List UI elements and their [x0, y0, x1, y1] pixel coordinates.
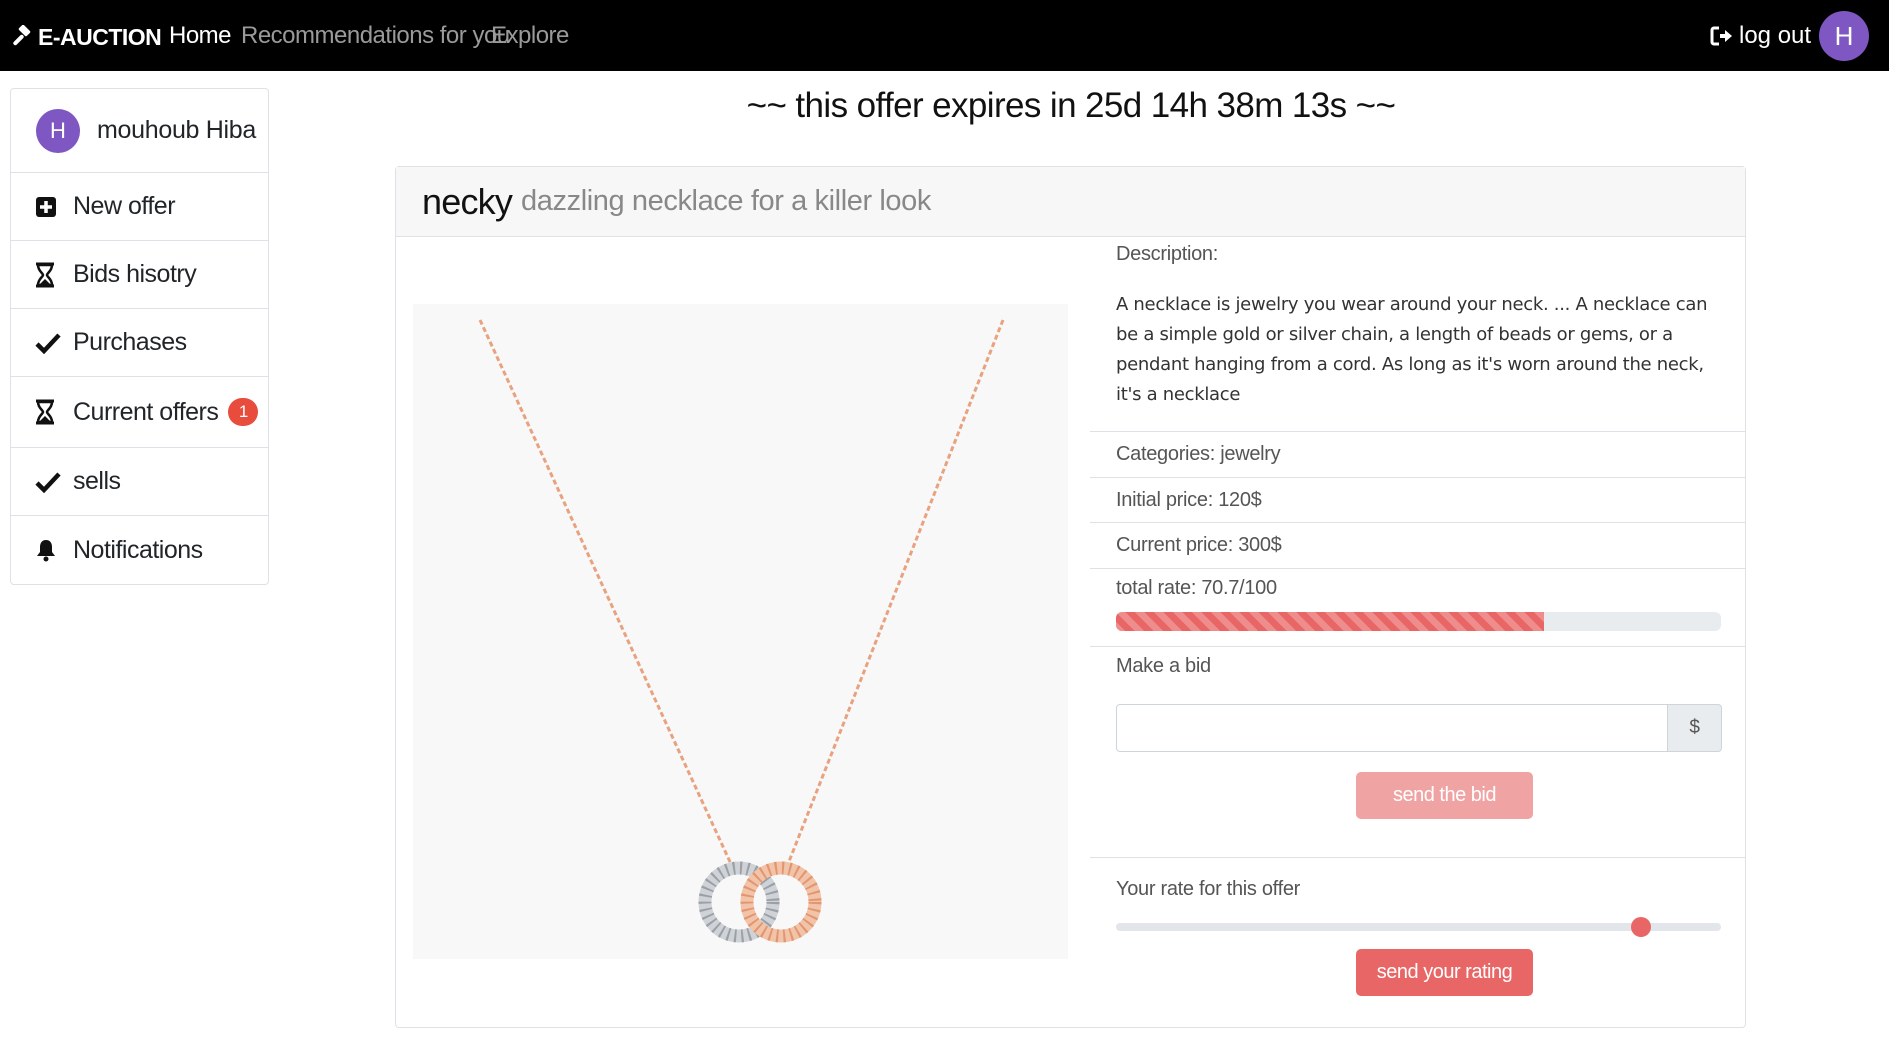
bell-icon — [35, 538, 65, 562]
sidebar-item-label: New offer — [73, 192, 176, 220]
notification-badge: 1 — [228, 398, 259, 426]
description-label: Description: — [1116, 243, 1218, 265]
sidebar: H mouhoub Hiba New offer Bids hisotry Pu… — [10, 88, 269, 585]
total-rate-section: total rate: 70.7/100 — [1090, 569, 1745, 647]
description-text: A necklace is jewelry you wear around yo… — [1116, 294, 1708, 405]
offer-expiry-countdown: ~~ this offer expires in 25d 14h 38m 13s… — [746, 86, 1396, 125]
sidebar-item-bids-history[interactable]: Bids hisotry — [11, 241, 268, 309]
rating-label: Your rate for this offer — [1116, 878, 1301, 900]
sidebar-item-label: Bids hisotry — [73, 260, 197, 288]
rating-slider[interactable] — [1116, 917, 1721, 937]
categories-row: Categories: jewelry — [1090, 432, 1745, 478]
gavel-icon — [13, 25, 31, 46]
product-image — [413, 304, 1068, 959]
send-rating-button[interactable]: send your rating — [1356, 949, 1533, 996]
offer-card: necky dazzling necklace for a killer loo… — [395, 166, 1746, 1028]
offer-subtitle: dazzling necklace for a killer look — [521, 185, 931, 217]
sidebar-item-label: Notifications — [73, 535, 203, 564]
bid-amount-input[interactable] — [1116, 704, 1668, 752]
sidebar-item-new-offer[interactable]: New offer — [11, 173, 268, 241]
nav-recommendations[interactable]: Recommendations for you — [241, 22, 510, 50]
offer-title: necky — [422, 180, 513, 222]
sign-out-icon — [1710, 26, 1732, 46]
check-icon — [35, 471, 65, 493]
sidebar-item-label: Current offers — [73, 397, 219, 426]
initial-price-row: Initial price: 120$ — [1090, 478, 1745, 523]
brand-logo[interactable]: E-AUCTION — [10, 22, 162, 52]
user-avatar[interactable]: H — [1819, 11, 1869, 61]
send-bid-button[interactable]: send the bid — [1356, 772, 1533, 819]
plus-square-icon — [35, 196, 65, 218]
sidebar-item-notifications[interactable]: Notifications — [11, 516, 268, 584]
rate-progress-bar — [1116, 612, 1721, 631]
rating-slider-thumb[interactable] — [1630, 917, 1651, 937]
sidebar-item-label: Purchases — [73, 328, 187, 356]
nav-home[interactable]: Home — [169, 22, 232, 50]
rating-section: Your rate for this offer send your ratin… — [1090, 858, 1745, 1028]
bid-input-group: $ — [1116, 704, 1722, 752]
bid-section: Make a bid $ send the bid — [1090, 647, 1745, 858]
offer-details: Description: A necklace is jewelry you w… — [1090, 237, 1745, 1028]
check-icon — [35, 332, 65, 354]
top-navbar: E-AUCTION Home Recommendations for you E… — [0, 0, 1889, 71]
brand-name: E-AUCTION — [38, 23, 162, 50]
logout-label: log out — [1739, 22, 1812, 49]
nav-explore[interactable]: Explore — [491, 22, 569, 50]
currency-addon: $ — [1668, 704, 1722, 752]
hourglass-icon — [35, 262, 65, 288]
bid-label: Make a bid — [1116, 655, 1211, 677]
description-section: Description: A necklace is jewelry you w… — [1090, 237, 1745, 432]
hourglass-icon — [35, 399, 65, 425]
sidebar-item-current-offers[interactable]: Current offers 1 — [11, 377, 268, 448]
sidebar-item-label: sells — [73, 467, 121, 495]
current-price-row: Current price: 300$ — [1090, 523, 1745, 569]
rate-progress-fill — [1116, 612, 1544, 631]
sidebar-item-sells[interactable]: sells — [11, 448, 268, 516]
sidebar-item-purchases[interactable]: Purchases — [11, 309, 268, 377]
logout-link[interactable]: log out — [1710, 22, 1811, 50]
necklace-image — [478, 319, 1005, 943]
total-rate-label: total rate: 70.7/100 — [1116, 577, 1277, 599]
offer-header: necky dazzling necklace for a killer loo… — [396, 167, 1745, 237]
